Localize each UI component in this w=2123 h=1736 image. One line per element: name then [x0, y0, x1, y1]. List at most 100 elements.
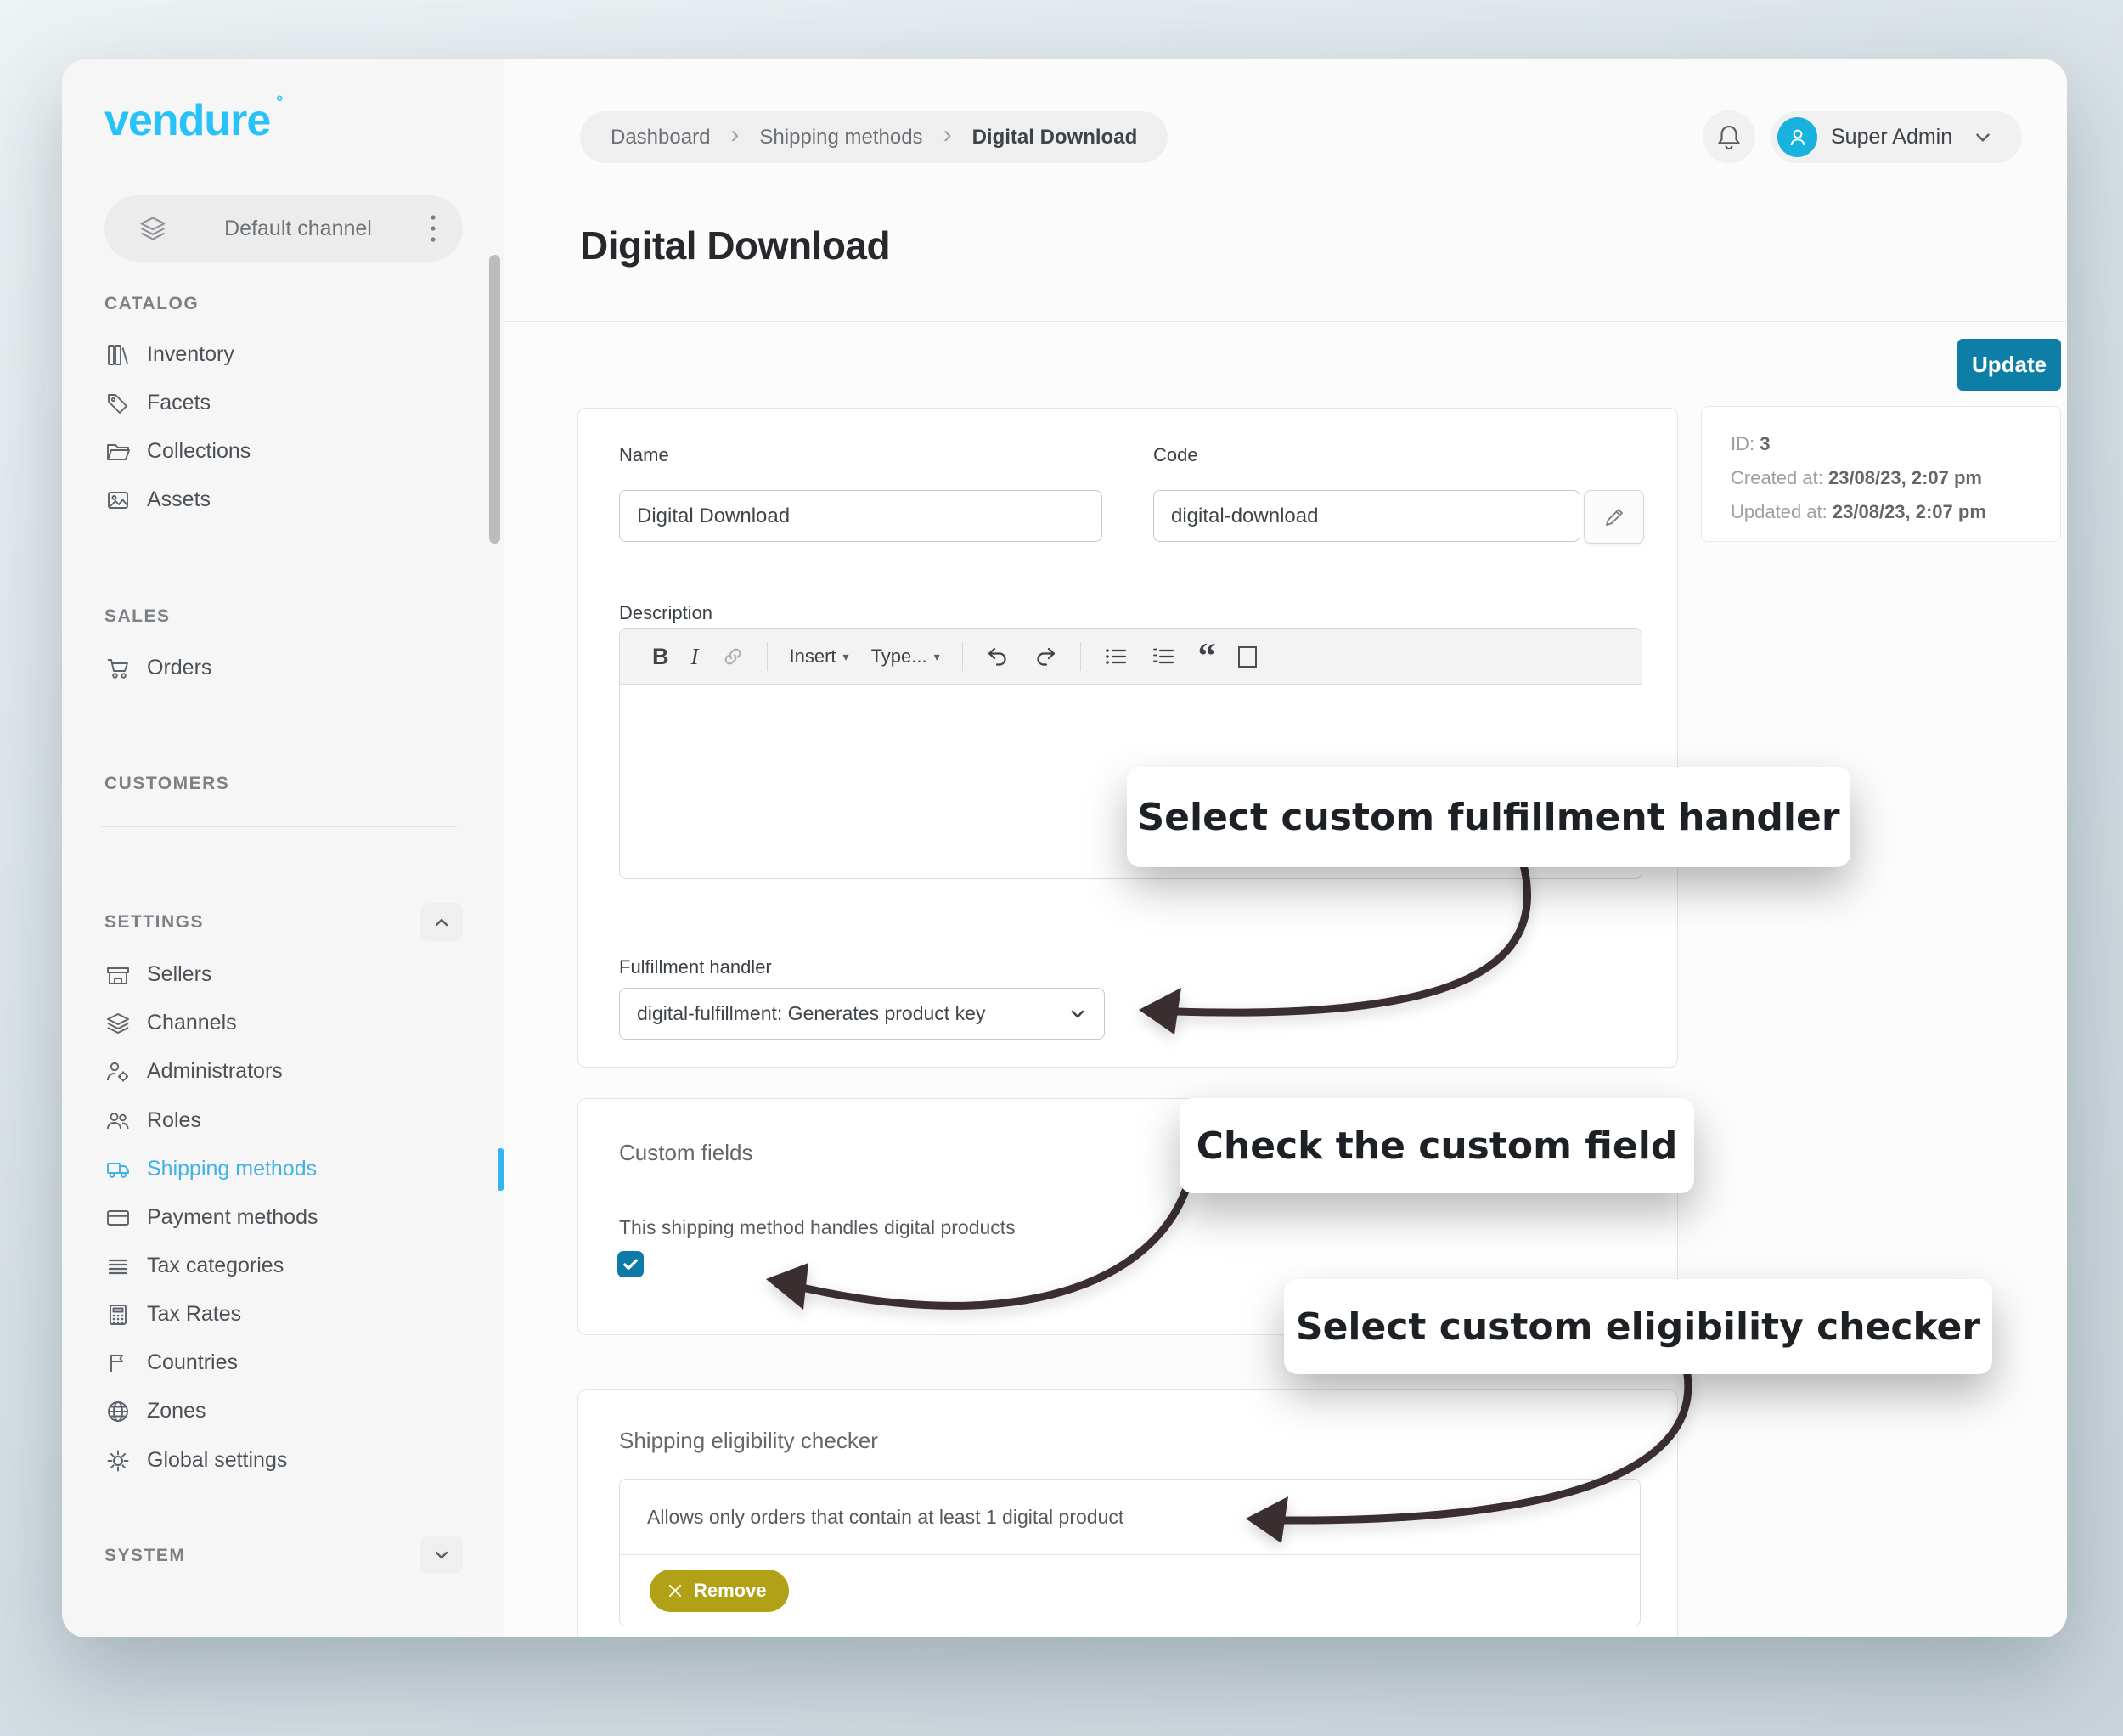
pencil-icon	[1602, 504, 1627, 530]
book-icon	[104, 341, 132, 369]
editor-toolbar: B I Insert▾ Type...▾ “	[620, 629, 1642, 685]
x-icon	[667, 1582, 684, 1599]
digital-products-checkbox[interactable]	[617, 1251, 644, 1277]
fulfillment-handler-value: digital-fulfillment: Generates product k…	[637, 1002, 1067, 1025]
sidebar-item-roles[interactable]: Roles	[62, 1096, 504, 1145]
shipping-method-form-card: Name Code Description B I Insert▾ Type..…	[577, 408, 1678, 1068]
code-input[interactable]	[1153, 490, 1580, 542]
caret-down-icon: ▾	[934, 650, 940, 664]
ordered-list-button[interactable]	[1151, 644, 1176, 669]
created-label: Created at:	[1731, 467, 1823, 488]
tag-icon	[104, 390, 132, 417]
redo-button[interactable]	[1033, 644, 1058, 669]
eligibility-checker-box: Allows only orders that contain at least…	[619, 1479, 1641, 1626]
sidebar-item-payment-methods[interactable]: Payment methods	[62, 1193, 504, 1242]
notifications-button[interactable]	[1703, 110, 1755, 163]
sidebar-item-collections[interactable]: Collections	[62, 427, 504, 476]
custom-fields-title: Custom fields	[619, 1140, 753, 1166]
meta-id-row: ID: 3	[1731, 427, 2060, 461]
toolbar-divider	[1080, 642, 1081, 671]
user-gear-icon	[104, 1058, 132, 1085]
remove-button[interactable]: Remove	[650, 1570, 789, 1612]
eligibility-checker-actions: Remove	[620, 1555, 1640, 1626]
section-header-sales: SALES	[104, 606, 171, 627]
updated-label: Updated at:	[1731, 501, 1827, 522]
italic-button[interactable]: I	[691, 644, 699, 670]
sidebar-scrollbar[interactable]	[489, 255, 500, 544]
users-icon	[104, 1108, 132, 1135]
sidebar-item-facets[interactable]: Facets	[62, 379, 504, 427]
updated-value: 23/08/23, 2:07 pm	[1833, 501, 1986, 522]
callout-eligibility-checker: Select custom eligibility checker	[1284, 1279, 1992, 1374]
cart-icon	[104, 655, 132, 682]
bell-icon	[1715, 122, 1743, 151]
sidebar-item-sellers[interactable]: Sellers	[62, 950, 504, 999]
breadcrumb-shipping-methods[interactable]: Shipping methods	[759, 126, 922, 149]
toolbar-divider	[767, 642, 768, 671]
sidebar-item-label: Global settings	[147, 1448, 287, 1473]
insert-dropdown[interactable]: Insert▾	[790, 645, 849, 668]
eligibility-checker-description: Allows only orders that contain at least…	[620, 1480, 1640, 1555]
eligibility-checker-title: Shipping eligibility checker	[619, 1428, 878, 1454]
code-block-button[interactable]	[1238, 646, 1257, 668]
channel-switcher[interactable]: Default channel	[104, 195, 463, 262]
sidebar-item-channels[interactable]: Channels	[62, 999, 504, 1047]
layers-icon	[138, 214, 167, 243]
digital-products-checkbox-label: This shipping method handles digital pro…	[619, 1216, 1016, 1239]
chevron-down-icon	[1971, 126, 1995, 149]
settings-collapse-button[interactable]	[420, 903, 463, 941]
system-collapse-button[interactable]	[420, 1536, 463, 1574]
credit-card-icon	[104, 1204, 132, 1232]
image-icon	[104, 487, 132, 514]
bold-button[interactable]: B	[652, 644, 669, 670]
update-button[interactable]: Update	[1957, 339, 2061, 391]
section-header-settings: SETTINGS	[104, 912, 204, 933]
list-icon	[104, 1253, 132, 1280]
section-header-customers: CUSTOMERS	[104, 774, 229, 794]
sidebar-item-label: Sellers	[147, 962, 211, 987]
sidebar-item-tax-categories[interactable]: Tax categories	[62, 1242, 504, 1290]
edit-code-button[interactable]	[1584, 490, 1644, 544]
sidebar-item-label: Zones	[147, 1399, 206, 1423]
bullet-list-button[interactable]	[1103, 644, 1129, 669]
sidebar-item-global-settings[interactable]: Global settings	[62, 1436, 504, 1485]
active-item-indicator	[498, 1148, 504, 1191]
flag-icon	[104, 1350, 132, 1377]
folder-icon	[104, 438, 132, 465]
created-value: 23/08/23, 2:07 pm	[1828, 467, 1982, 488]
sidebar-item-shipping-methods[interactable]: Shipping methods	[62, 1145, 504, 1193]
breadcrumb-dashboard[interactable]: Dashboard	[611, 126, 710, 149]
meta-created-row: Created at: 23/08/23, 2:07 pm	[1731, 461, 2060, 495]
sidebar-item-zones[interactable]: Zones	[62, 1387, 504, 1435]
name-input[interactable]	[619, 490, 1102, 542]
section-header-catalog: CATALOG	[104, 294, 199, 314]
sidebar-item-label: Roles	[147, 1108, 201, 1133]
sidebar-item-label: Countries	[147, 1350, 238, 1375]
sidebar-item-administrators[interactable]: Administrators	[62, 1047, 504, 1096]
trademark-dot: °	[276, 93, 282, 113]
fulfillment-handler-select[interactable]: digital-fulfillment: Generates product k…	[619, 988, 1105, 1040]
eligibility-checker-card: Shipping eligibility checker Allows only…	[577, 1389, 1678, 1637]
meta-updated-row: Updated at: 23/08/23, 2:07 pm	[1731, 495, 2060, 529]
gear-icon	[104, 1447, 132, 1474]
type-dropdown[interactable]: Type...▾	[871, 645, 940, 668]
app-window: vendure° Default channel CATALOG Invento…	[62, 59, 2067, 1637]
check-icon	[621, 1254, 640, 1274]
user-name: Super Admin	[1831, 125, 1952, 149]
vendure-logo: vendure°	[104, 95, 270, 146]
undo-button[interactable]	[985, 644, 1011, 669]
content-header	[504, 59, 2067, 322]
sidebar-item-label: Facets	[147, 391, 211, 415]
calculator-icon	[104, 1301, 132, 1328]
toolbar-divider	[962, 642, 963, 671]
sidebar-item-orders[interactable]: Orders	[62, 644, 504, 692]
sidebar-item-assets[interactable]: Assets	[62, 476, 504, 524]
sidebar-item-tax-rates[interactable]: Tax Rates	[62, 1290, 504, 1339]
user-menu[interactable]: Super Admin	[1771, 111, 2022, 163]
sidebar-item-countries[interactable]: Countries	[62, 1339, 504, 1387]
link-button[interactable]	[721, 645, 745, 668]
code-label: Code	[1153, 444, 1198, 466]
kebab-menu-icon[interactable]	[429, 212, 437, 245]
sidebar-item-inventory[interactable]: Inventory	[62, 330, 504, 379]
blockquote-button[interactable]: “	[1198, 645, 1216, 668]
